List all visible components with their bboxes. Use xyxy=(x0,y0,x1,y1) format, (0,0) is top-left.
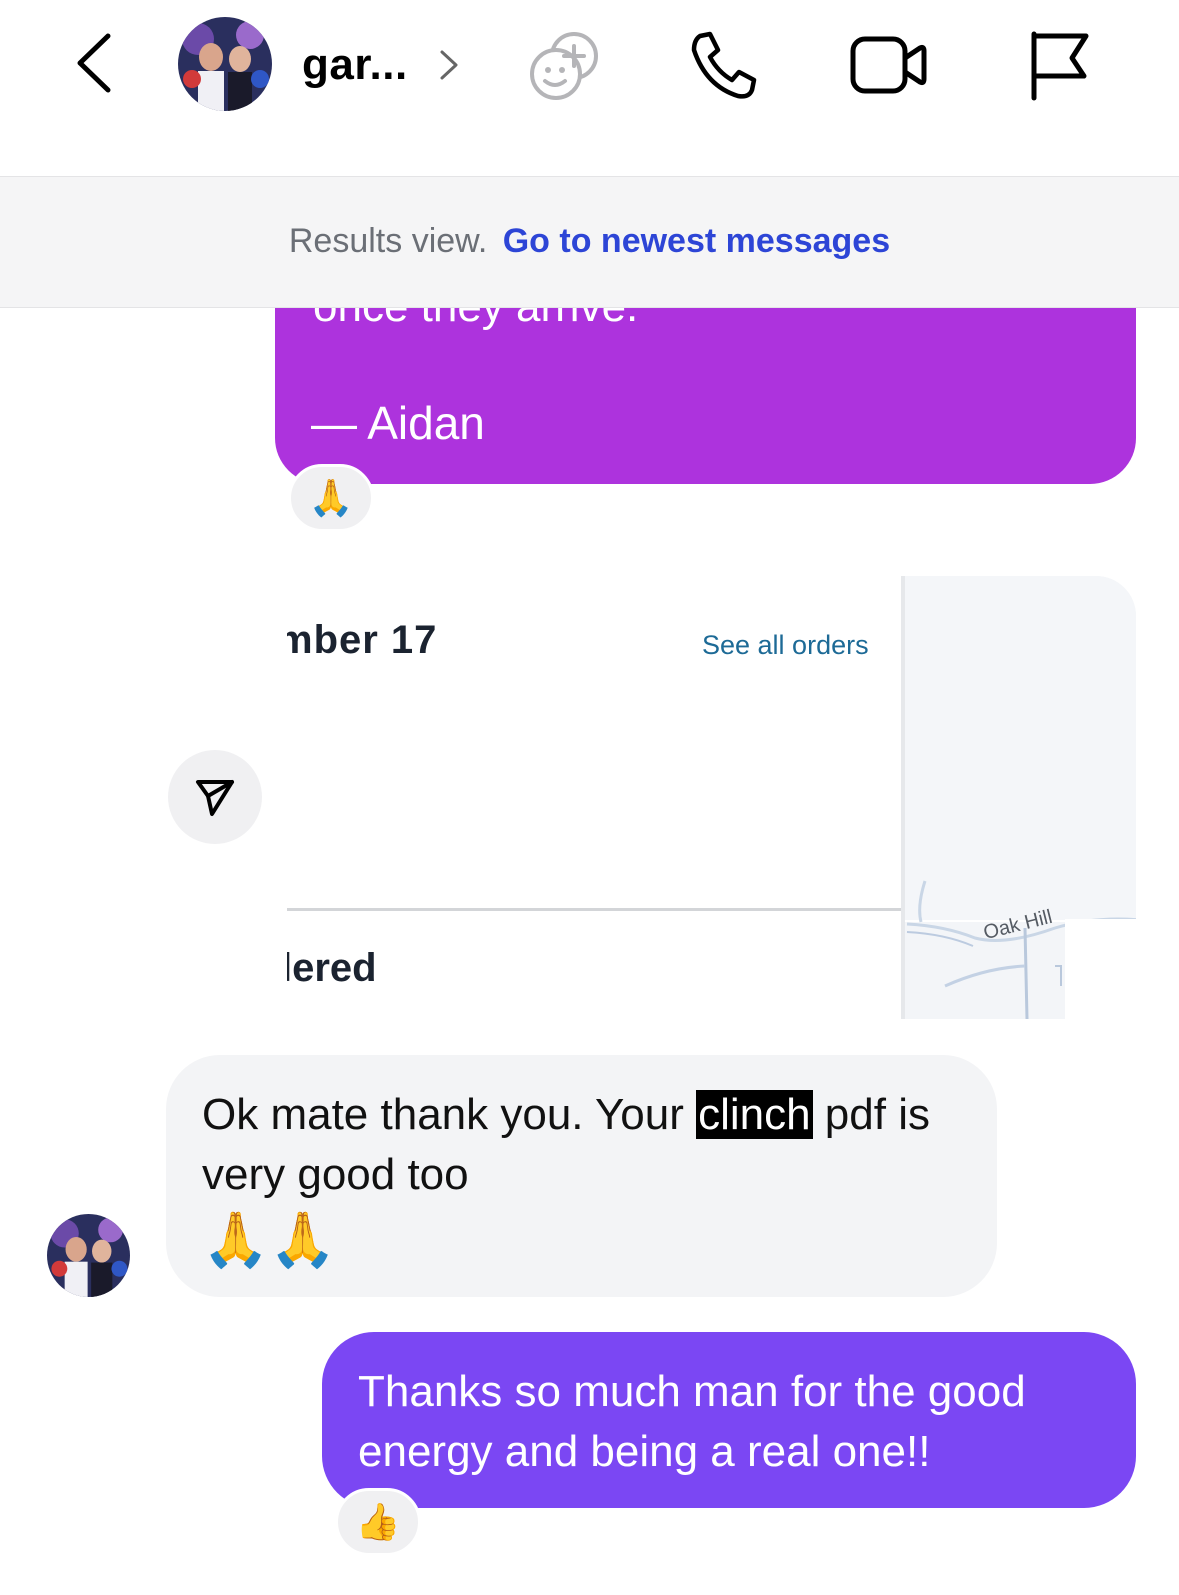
results-label: Results view. xyxy=(288,222,488,260)
message-text-clipped: once they arrive. xyxy=(313,308,638,332)
message-text: Thanks so much man for the good energy a… xyxy=(358,1367,1026,1476)
search-highlight: clinch xyxy=(696,1090,813,1139)
reaction-badge[interactable]: 🙏 xyxy=(288,464,374,532)
see-all-orders-link: See all orders xyxy=(702,630,869,660)
order-date: mber 17 xyxy=(287,618,438,662)
video-icon[interactable] xyxy=(848,30,928,100)
avatar[interactable] xyxy=(178,17,272,111)
shared-image-message[interactable]: mber 17 See all orders lered Oak Hill xyxy=(287,576,1136,1019)
flag-icon[interactable] xyxy=(1026,28,1092,102)
incoming-message-bubble[interactable]: Ok mate thank you. Your clinch pdf is ve… xyxy=(166,1055,997,1297)
share-button[interactable] xyxy=(168,750,262,844)
send-icon xyxy=(196,780,234,816)
order-card: mber 17 See all orders lered xyxy=(287,576,901,1019)
chat-header: gar... xyxy=(0,0,1179,176)
divider xyxy=(287,908,901,911)
results-banner: Results view. Go to newest messages xyxy=(0,176,1179,308)
reaction-badge[interactable]: 👍 xyxy=(335,1488,421,1556)
sender-avatar[interactable] xyxy=(47,1214,130,1297)
chevron-right-icon[interactable] xyxy=(436,46,462,84)
phone-icon[interactable] xyxy=(686,28,760,102)
games-icon[interactable] xyxy=(524,26,604,106)
outgoing-message-bubble[interactable]: Thanks so much man for the good energy a… xyxy=(322,1332,1136,1508)
message-emoji: 🙏🙏 xyxy=(202,1210,337,1270)
map-preview: Oak Hill xyxy=(901,576,1136,1019)
go-to-newest-link[interactable]: Go to newest messages xyxy=(503,222,890,260)
message-text: Ok mate thank you. Your clinch pdf is ve… xyxy=(202,1085,972,1275)
message-signature: — Aidan xyxy=(311,397,485,449)
outgoing-message-bubble[interactable]: once they arrive. — Aidan xyxy=(275,308,1136,484)
delivery-status: lered xyxy=(287,946,377,990)
contact-name[interactable]: gar... xyxy=(302,40,408,90)
back-icon[interactable] xyxy=(70,28,120,98)
